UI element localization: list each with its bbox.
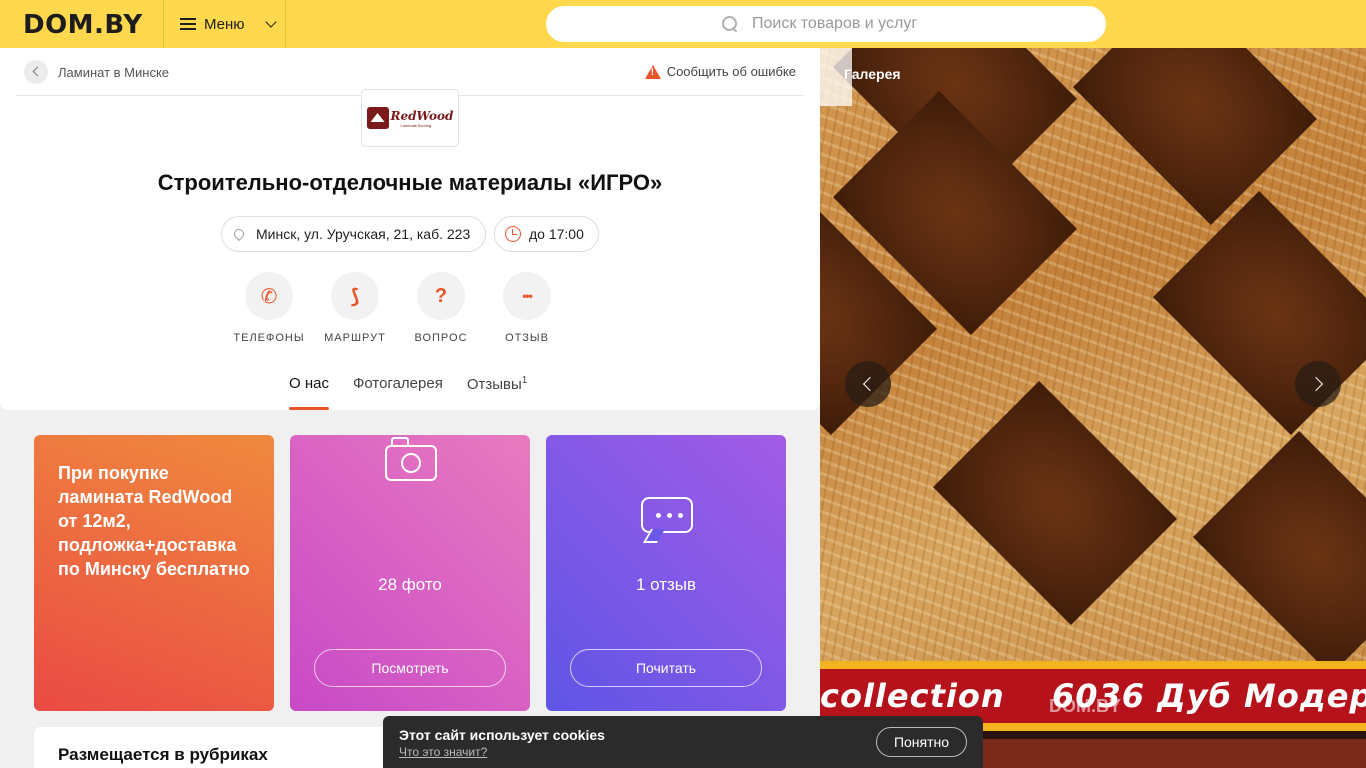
search-bar[interactable]: [546, 6, 1106, 42]
chevron-down-icon: [264, 16, 277, 28]
search-input[interactable]: [752, 15, 1072, 33]
report-error-link[interactable]: Сообщить об ошибке: [644, 64, 796, 79]
company-card: Ламинат в Минске Сообщить об ошибке RedW…: [0, 48, 820, 410]
address-pill[interactable]: Минск, ул. Уручская, 21, каб. 223: [221, 216, 486, 252]
promo-text: При покупке ламината RedWood от 12м2, по…: [58, 463, 250, 579]
camera-icon: [385, 437, 437, 481]
reviews-count: 1 отзыв: [635, 575, 697, 594]
route-label: МАРШРУТ: [324, 332, 386, 344]
company-logo: RedWood Laminate flooring: [361, 89, 459, 147]
menu-label: Меню: [204, 15, 245, 33]
route-button[interactable]: ⟆ МАРШРУТ: [310, 272, 400, 344]
cookie-info-link[interactable]: Что это значит?: [399, 745, 487, 759]
review-button[interactable]: ••• ОТЗЫВ: [482, 272, 572, 344]
top-header: DOM.BY Меню: [0, 0, 1366, 48]
review-label: ОТЗЫВ: [505, 332, 549, 344]
tab-reviews-label: Отзывы: [466, 376, 522, 393]
comment-icon: •••: [503, 272, 551, 320]
phone-icon: ✆: [245, 272, 293, 320]
chat-bubble-icon: [641, 497, 693, 533]
address-text: Минск, ул. Уручская, 21, каб. 223: [256, 226, 471, 242]
clock-icon: [505, 226, 521, 242]
action-buttons: ✆ ТЕЛЕФОНЫ ⟆ МАРШРУТ ? ВОПРОС ••• ОТЗЫВ: [0, 272, 820, 344]
floor-pattern: [1073, 48, 1317, 225]
menu-button[interactable]: Меню: [163, 0, 286, 48]
watermark: DOM.BY: [1049, 696, 1121, 716]
question-icon: ?: [417, 272, 465, 320]
logo-text: RedWood: [390, 108, 454, 123]
tab-reviews[interactable]: Отзывы1: [467, 375, 528, 410]
search-icon: [722, 16, 738, 32]
hamburger-icon: [180, 18, 196, 30]
reviews-count-badge: 1: [521, 375, 528, 386]
tab-about[interactable]: О нас: [289, 375, 329, 410]
photo-gallery[interactable]: Галерея collection 6036 Дуб Модерн DOM.B…: [820, 48, 1366, 768]
cookie-notice: Этот сайт использует cookies Что это зна…: [383, 716, 983, 768]
tabs: О нас Фотогалерея Отзывы1: [289, 375, 527, 410]
site-logo[interactable]: DOM.BY: [23, 10, 143, 40]
gallery-prev-button[interactable]: [845, 361, 891, 407]
read-reviews-button[interactable]: Почитать: [570, 649, 762, 687]
floor-pattern: [1193, 431, 1366, 675]
chevron-left-icon: [24, 60, 48, 84]
reviews-tile[interactable]: 1 отзыв Почитать: [546, 435, 786, 711]
photos-tile[interactable]: 28 фото Посмотреть: [290, 435, 530, 711]
gallery-next-button[interactable]: [1295, 361, 1341, 407]
banner-collection-text: collection: [820, 677, 1005, 715]
promo-tile[interactable]: При покупке ламината RedWood от 12м2, по…: [34, 435, 274, 711]
location-pin-icon: [231, 226, 247, 242]
page-title: Строительно-отделочные материалы «ИГРО»: [157, 170, 663, 195]
cookie-title: Этот сайт использует cookies: [399, 727, 605, 743]
route-icon: ⟆: [331, 272, 379, 320]
question-label: ВОПРОС: [414, 332, 468, 344]
breadcrumb-back[interactable]: Ламинат в Минске: [24, 60, 169, 84]
logo-subtext: Laminate flooring: [400, 122, 432, 128]
breadcrumb-label: Ламинат в Минске: [58, 64, 170, 80]
phones-button[interactable]: ✆ ТЕЛЕФОНЫ: [224, 272, 314, 344]
view-photos-button[interactable]: Посмотреть: [314, 649, 506, 687]
question-button[interactable]: ? ВОПРОС: [396, 272, 486, 344]
redwood-logo-icon: [366, 107, 389, 129]
photos-count: 28 фото: [378, 575, 442, 594]
report-error-label: Сообщить об ошибке: [666, 64, 796, 79]
gallery-label: Галерея: [844, 66, 901, 82]
warning-icon: [644, 64, 661, 79]
tab-photogallery[interactable]: Фотогалерея: [353, 375, 443, 410]
phones-label: ТЕЛЕФОНЫ: [233, 332, 305, 344]
hours-text: до 17:00: [529, 226, 584, 242]
floor-pattern: [933, 381, 1177, 625]
rubrics-title: Размещается в рубриках: [58, 745, 268, 764]
cookie-accept-button[interactable]: Понятно: [876, 727, 967, 757]
hours-pill[interactable]: до 17:00: [494, 216, 599, 252]
